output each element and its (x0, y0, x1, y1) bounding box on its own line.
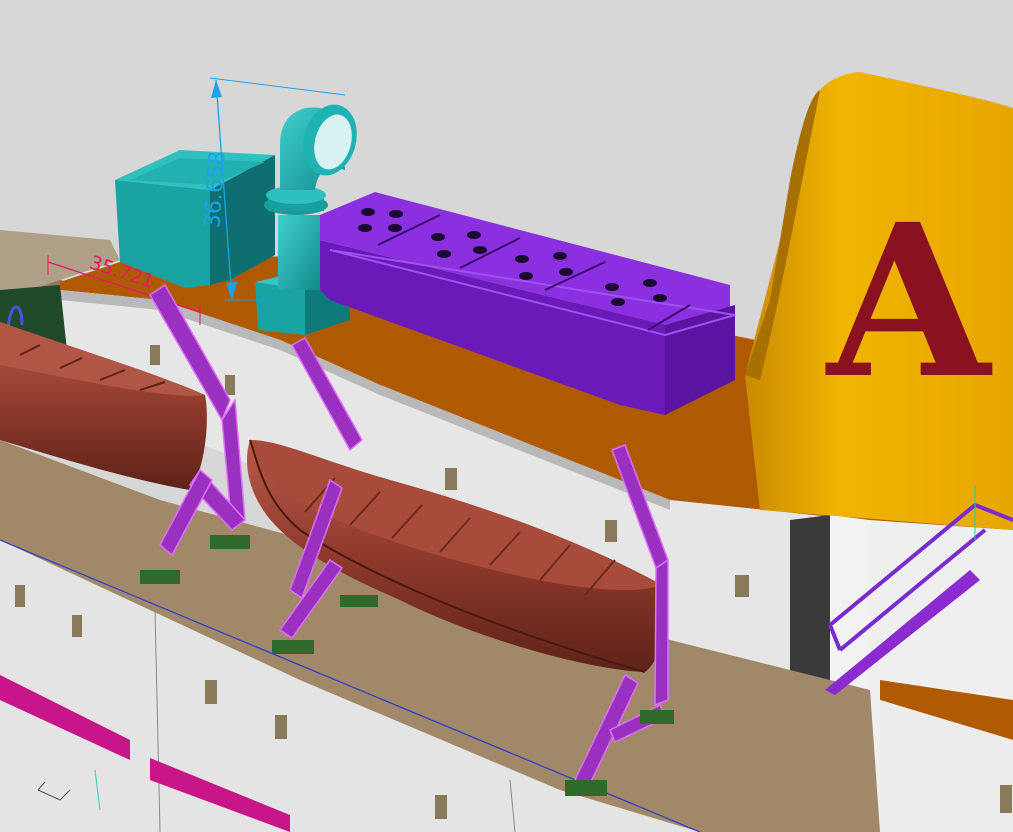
davit-base-left-1 (140, 570, 180, 584)
davit-base-left-2 (210, 535, 250, 549)
cad-viewport[interactable]: A 36.658 35.721 (0, 0, 1013, 832)
davit-base-center-4 (640, 710, 674, 724)
davit-base-center-1 (272, 640, 314, 654)
doorway-shadow (790, 515, 830, 690)
dimension-vertical-label: 36.658 (200, 150, 230, 229)
davit-base-center-3 (565, 780, 607, 796)
ship-model-scene: A 36.658 35.721 (0, 0, 1013, 832)
davit-base-center-2 (340, 595, 378, 607)
funnel-letter: A (825, 178, 993, 425)
